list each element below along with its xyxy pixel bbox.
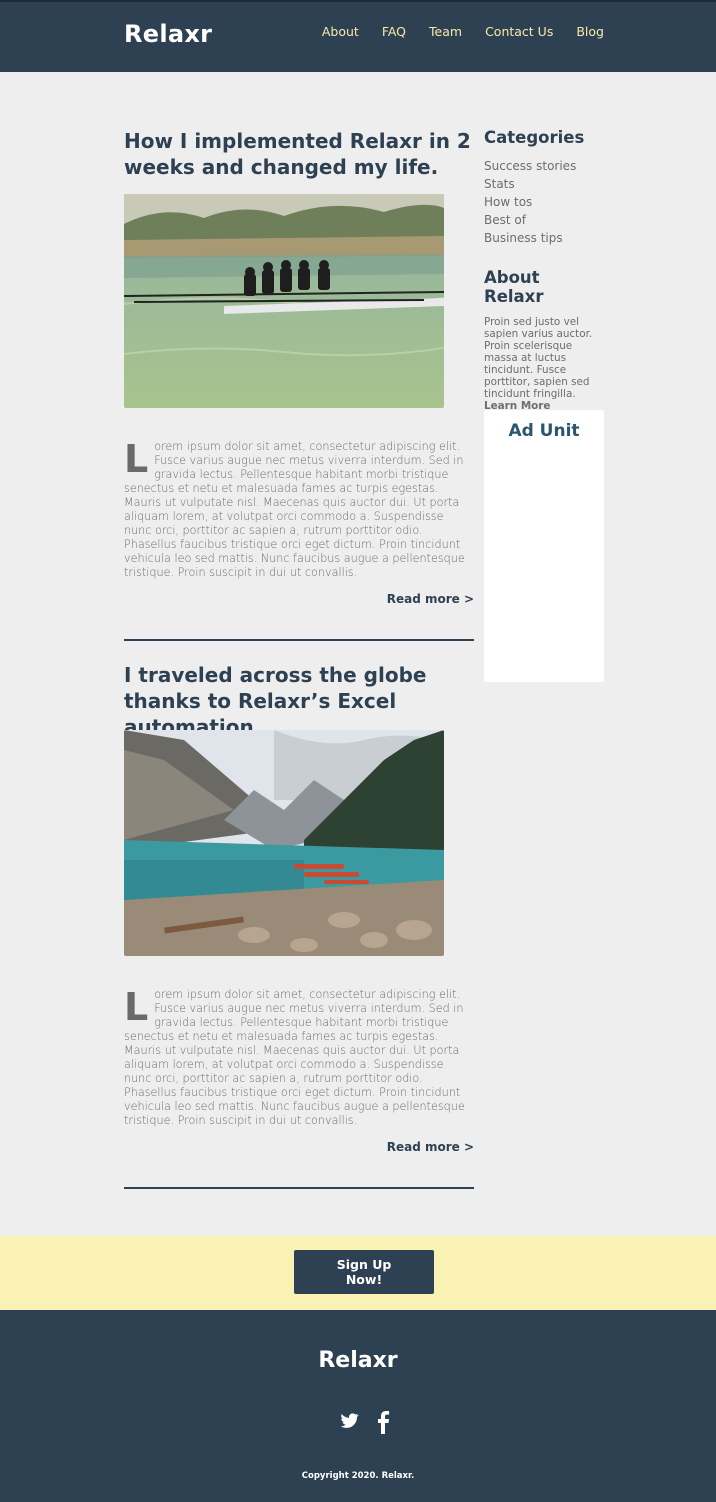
main-nav: About FAQ Team Contact Us Blog [322,24,604,39]
sidebar: Categories Success stories Stats How tos… [484,128,604,412]
post-divider [124,639,474,641]
nav-link-blog[interactable]: Blog [576,24,604,39]
nav-link-team[interactable]: Team [429,24,462,39]
category-item[interactable]: How tos [484,193,604,211]
mountain-lake-canoes-photo [124,730,444,956]
read-more-link[interactable]: Read more > [387,592,474,606]
post-body-text: orem ipsum dolor sit amet, consectetur a… [124,440,465,579]
category-item[interactable]: Best of [484,211,604,229]
post-title[interactable]: How I implemented Relaxr in 2 weeks and … [124,128,474,180]
blog-post: How I implemented Relaxr in 2 weeks and … [124,128,474,648]
site-header: Relaxr About FAQ Team Contact Us Blog [0,0,716,72]
facebook-icon[interactable] [376,1410,390,1438]
post-divider [124,1187,474,1189]
category-item[interactable]: Success stories [484,157,604,175]
categories-title: Categories [484,128,585,147]
drop-cap: L [124,437,149,481]
nav-link-about[interactable]: About [322,24,359,39]
rowing-team-photo [124,194,444,408]
signup-band: Sign Up Now! [0,1236,716,1310]
category-item[interactable]: Business tips [484,229,604,247]
site-footer: Relaxr Copyright 2020. Relaxr. [0,1310,716,1502]
categories-list: Success stories Stats How tos Best of Bu… [484,157,604,247]
category-item[interactable]: Stats [484,175,604,193]
ad-unit[interactable]: Ad Unit [484,410,604,682]
blog-post: I traveled across the globe thanks to Re… [124,662,474,1192]
read-more-link[interactable]: Read more > [387,1140,474,1154]
post-excerpt: Lorem ipsum dolor sit amet, consectetur … [124,440,474,580]
post-title[interactable]: I traveled across the globe thanks to Re… [124,662,474,740]
ad-unit-title: Ad Unit [508,421,580,441]
post-body-text: orem ipsum dolor sit amet, consectetur a… [124,988,465,1127]
site-logo[interactable]: Relaxr [124,20,212,48]
twitter-icon[interactable] [338,1410,360,1438]
about-text: Proin sed justo vel sapien varius auctor… [484,316,604,412]
social-links [338,1410,390,1438]
about-title: About Relaxr [484,268,544,306]
footer-logo[interactable]: Relaxr [0,1348,716,1373]
signup-button-line2: Now! [345,1272,383,1287]
nav-link-contact[interactable]: Contact Us [485,24,553,39]
about-description: Proin sed justo vel sapien varius auctor… [484,316,593,400]
signup-button-line1: Sign Up [336,1257,392,1272]
copyright-text: Copyright 2020. Relaxr. [301,1471,415,1481]
signup-button[interactable]: Sign Up Now! [294,1250,434,1294]
post-excerpt: Lorem ipsum dolor sit amet, consectetur … [124,988,474,1128]
nav-link-faq[interactable]: FAQ [382,24,406,39]
drop-cap: L [124,985,149,1029]
